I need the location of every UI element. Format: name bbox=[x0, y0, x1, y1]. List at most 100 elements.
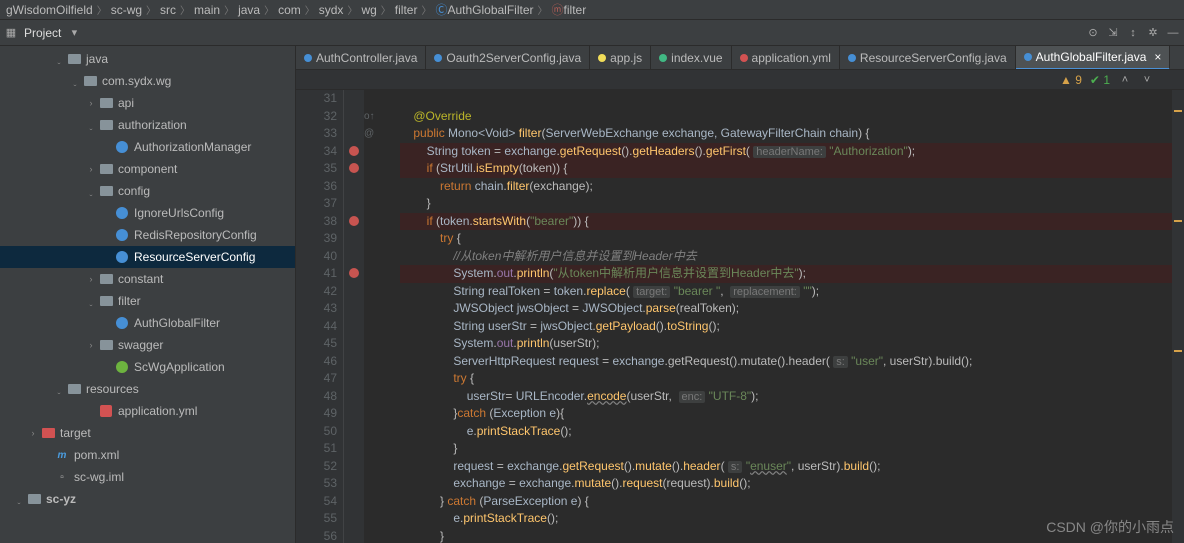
code-area[interactable]: 3132333435363738394041424344454647484950… bbox=[296, 90, 1184, 543]
tree-item[interactable]: ›constant bbox=[0, 268, 295, 290]
expand-icon[interactable]: ⇲ bbox=[1106, 26, 1120, 40]
tree-item[interactable]: ›swagger bbox=[0, 334, 295, 356]
tree-item[interactable]: ScWgApplication bbox=[0, 356, 295, 378]
breadcrumb-item[interactable]: main bbox=[194, 3, 220, 17]
tree-item[interactable]: ˬauthorization bbox=[0, 114, 295, 136]
code-line[interactable]: } bbox=[400, 440, 1184, 458]
code-line[interactable]: JWSObject jwsObject = JWSObject.parse(re… bbox=[400, 300, 1184, 318]
code-line[interactable]: return chain.filter(exchange); bbox=[400, 178, 1184, 196]
tree-label: AuthGlobalFilter bbox=[134, 316, 220, 330]
gear-icon[interactable]: ✲ bbox=[1146, 26, 1160, 40]
breadcrumb-item[interactable]: src bbox=[160, 3, 176, 17]
toolbar: ▦ Project ▾ ⊙ ⇲ ↕ ✲ — bbox=[0, 20, 1184, 46]
breadcrumb-item[interactable]: filter bbox=[564, 3, 587, 17]
code-line[interactable]: //从token中解析用户信息并设置到Header中去 bbox=[400, 248, 1184, 266]
editor-tab[interactable]: app.js bbox=[590, 46, 651, 70]
check-badge[interactable]: ✔ 1 bbox=[1090, 73, 1110, 87]
code-line[interactable]: } bbox=[400, 528, 1184, 543]
code-line[interactable]: System.out.println("从token中解析用户信息并设置到Hea… bbox=[400, 265, 1184, 283]
error-stripe[interactable] bbox=[1172, 90, 1184, 543]
tree-label: sc-yz bbox=[46, 492, 76, 506]
inspect-up-icon[interactable]: ˄ bbox=[1118, 73, 1132, 87]
tree-item[interactable]: RedisRepositoryConfig bbox=[0, 224, 295, 246]
code-line[interactable]: userStr= URLEncoder.encode(userStr, enc:… bbox=[400, 388, 1184, 406]
breakpoint-gutter[interactable]: ο↑ @ bbox=[344, 90, 364, 543]
code-line[interactable]: e.printStackTrace(); bbox=[400, 510, 1184, 528]
code-line[interactable]: public Mono<Void> filter(ServerWebExchan… bbox=[400, 125, 1184, 143]
code-line[interactable]: exchange = exchange.mutate().request(req… bbox=[400, 475, 1184, 493]
project-tree[interactable]: ˬjavaˬcom.sydx.wg›apiˬauthorization Autho… bbox=[0, 46, 296, 543]
breadcrumb-item[interactable]: gWisdomOilfield bbox=[6, 3, 93, 17]
tree-item[interactable]: application.yml bbox=[0, 400, 295, 422]
tree-item[interactable]: ˬcom.sydx.wg bbox=[0, 70, 295, 92]
tree-item[interactable]: ›api bbox=[0, 92, 295, 114]
tree-item[interactable]: ResourceServerConfig bbox=[0, 246, 295, 268]
breadcrumb-item[interactable]: AuthGlobalFilter bbox=[447, 3, 533, 17]
code-line[interactable]: } bbox=[400, 195, 1184, 213]
breadcrumb-item[interactable]: sc-wg bbox=[111, 3, 142, 17]
tree-item[interactable]: IgnoreUrlsConfig bbox=[0, 202, 295, 224]
tab-label: index.vue bbox=[671, 51, 722, 65]
code-canvas[interactable]: @Override public Mono<Void> filter(Serve… bbox=[364, 90, 1184, 543]
code-line[interactable]: String realToken = token.replace( target… bbox=[400, 283, 1184, 301]
editor-tab[interactable]: AuthController.java bbox=[296, 46, 426, 70]
warning-badge[interactable]: ▲ 9 bbox=[1060, 73, 1082, 87]
hide-icon[interactable]: — bbox=[1166, 26, 1180, 40]
editor-tab[interactable]: application.yml bbox=[732, 46, 840, 70]
code-line[interactable]: request = exchange.getRequest().mutate()… bbox=[400, 458, 1184, 476]
java-icon bbox=[114, 227, 130, 243]
folder-icon bbox=[98, 271, 114, 287]
tree-item[interactable]: ›target bbox=[0, 422, 295, 444]
breakpoint-icon[interactable] bbox=[349, 216, 359, 226]
code-line[interactable]: ServerHttpRequest request = exchange.get… bbox=[400, 353, 1184, 371]
code-line[interactable] bbox=[400, 90, 1184, 108]
code-line[interactable]: e.printStackTrace(); bbox=[400, 423, 1184, 441]
select-opened-icon[interactable]: ⊙ bbox=[1086, 26, 1100, 40]
code-line[interactable]: if (StrUtil.isEmpty(token)) { bbox=[400, 160, 1184, 178]
folder-icon bbox=[98, 293, 114, 309]
code-line[interactable]: try { bbox=[400, 230, 1184, 248]
breakpoint-icon[interactable] bbox=[349, 146, 359, 156]
chevron-icon: › bbox=[84, 164, 98, 174]
breakpoint-icon[interactable] bbox=[349, 163, 359, 173]
folder-icon bbox=[66, 51, 82, 67]
code-line[interactable]: @Override bbox=[400, 108, 1184, 126]
code-line[interactable]: try { bbox=[400, 370, 1184, 388]
tree-item[interactable]: ˬconfig bbox=[0, 180, 295, 202]
file-type-icon bbox=[434, 54, 442, 62]
inspect-down-icon[interactable]: ˅ bbox=[1140, 73, 1154, 87]
editor-tab[interactable]: index.vue bbox=[651, 46, 731, 70]
tree-item[interactable]: mpom.xml bbox=[0, 444, 295, 466]
breadcrumb-item[interactable]: filter bbox=[395, 3, 418, 17]
tree-item[interactable]: ˬsc-yz bbox=[0, 488, 295, 510]
tree-item[interactable]: ▫sc-wg.iml bbox=[0, 466, 295, 488]
breakpoint-icon[interactable] bbox=[349, 268, 359, 278]
tree-label: component bbox=[118, 162, 177, 176]
code-line[interactable]: if (token.startsWith("bearer")) { bbox=[400, 213, 1184, 231]
code-line[interactable]: System.out.println(userStr); bbox=[400, 335, 1184, 353]
tree-label: AuthorizationManager bbox=[134, 140, 251, 154]
code-line[interactable]: String userStr = jwsObject.getPayload().… bbox=[400, 318, 1184, 336]
tree-item[interactable]: AuthGlobalFilter bbox=[0, 312, 295, 334]
tree-item[interactable]: ˬfilter bbox=[0, 290, 295, 312]
editor-tab[interactable]: Oauth2ServerConfig.java bbox=[426, 46, 590, 70]
breadcrumb-item[interactable]: java bbox=[238, 3, 260, 17]
code-line[interactable]: String token = exchange.getRequest().get… bbox=[400, 143, 1184, 161]
tree-item[interactable]: AuthorizationManager bbox=[0, 136, 295, 158]
close-icon[interactable]: × bbox=[1154, 50, 1161, 64]
collapse-icon[interactable]: ↕ bbox=[1126, 26, 1140, 40]
editor-tab[interactable]: ResourceServerConfig.java bbox=[840, 46, 1016, 70]
file-type-icon bbox=[740, 54, 748, 62]
editor-tab[interactable]: AuthGlobalFilter.java × bbox=[1016, 46, 1171, 70]
java-icon bbox=[114, 315, 130, 331]
tree-item[interactable]: ˬjava bbox=[0, 48, 295, 70]
dropdown-icon[interactable]: ▾ bbox=[67, 26, 81, 40]
tree-item[interactable]: ˬresources bbox=[0, 378, 295, 400]
breadcrumb-item[interactable]: wg bbox=[361, 3, 376, 17]
tree-item[interactable]: › component bbox=[0, 158, 295, 180]
tab-label: AuthGlobalFilter.java bbox=[1036, 50, 1147, 64]
breadcrumb-item[interactable]: sydx bbox=[319, 3, 344, 17]
code-line[interactable]: }catch (Exception e){ bbox=[400, 405, 1184, 423]
breadcrumb-item[interactable]: com bbox=[278, 3, 301, 17]
code-line[interactable]: } catch (ParseException e) { bbox=[400, 493, 1184, 511]
